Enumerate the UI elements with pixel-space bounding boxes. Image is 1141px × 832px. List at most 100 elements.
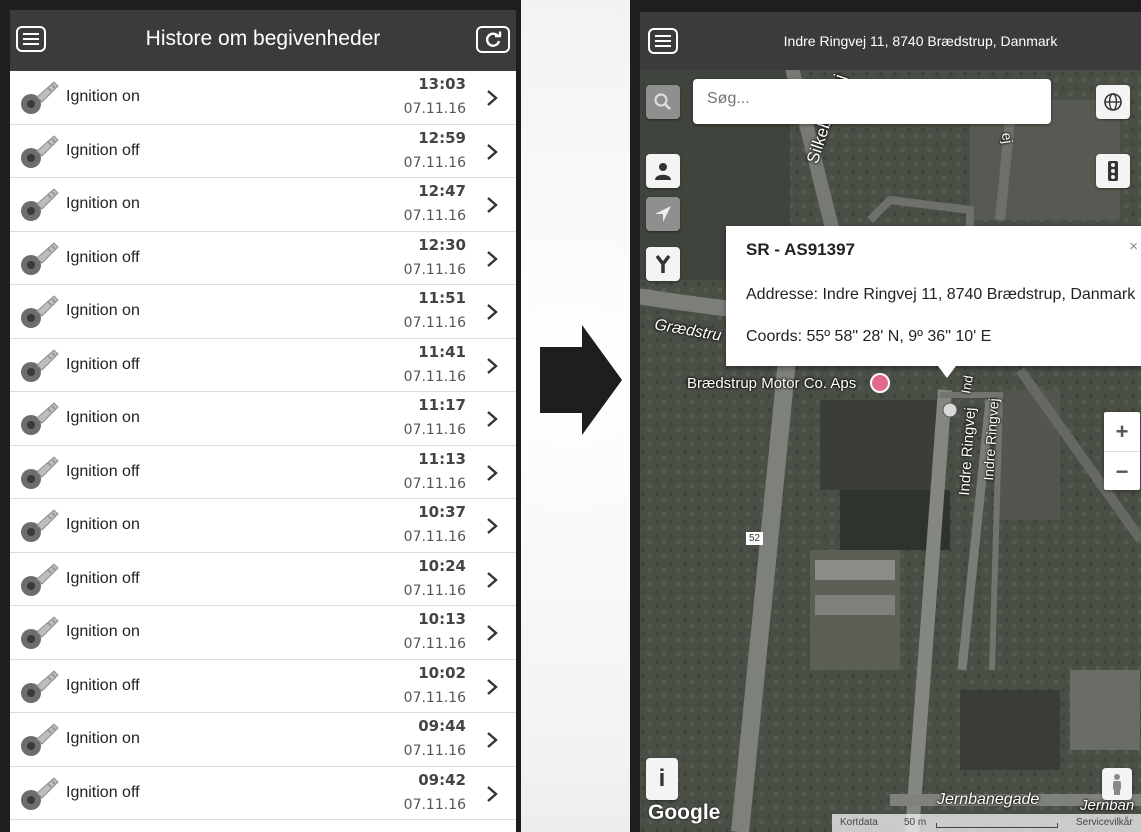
event-label: Ignition off bbox=[66, 248, 140, 266]
traffic-light-icon[interactable] bbox=[1096, 154, 1130, 188]
event-time: 13:03 bbox=[418, 75, 466, 93]
event-row[interactable]: Ignition on 11:51 07.11.16 bbox=[10, 285, 516, 339]
chevron-right-icon[interactable] bbox=[486, 624, 498, 642]
scale-bar bbox=[936, 823, 1058, 828]
event-label: Ignition off bbox=[66, 355, 140, 373]
person-icon[interactable] bbox=[646, 154, 680, 188]
event-label: Ignition on bbox=[66, 623, 140, 640]
event-row[interactable]: Ignition off 11:41 07.11.16 bbox=[10, 338, 516, 392]
street-view-icon[interactable] bbox=[1102, 768, 1132, 800]
event-date: 07.11.16 bbox=[403, 636, 466, 652]
shopping-bag-icon[interactable] bbox=[870, 373, 890, 393]
event-label: Ignition on bbox=[66, 409, 140, 426]
chevron-right-icon[interactable] bbox=[486, 143, 498, 161]
event-label: Ignition on bbox=[66, 88, 140, 105]
event-date: 07.11.16 bbox=[403, 261, 466, 278]
key-icon bbox=[20, 401, 60, 437]
chevron-right-icon[interactable] bbox=[486, 678, 498, 696]
search-field[interactable] bbox=[693, 79, 1051, 124]
scale-label: 50 m bbox=[904, 817, 927, 828]
key-icon bbox=[20, 562, 60, 598]
event-row[interactable]: Ignition off 11:13 07.11.16 bbox=[10, 445, 516, 499]
app-header: Histore om begivenheder bbox=[10, 10, 516, 71]
zoom-control: + − bbox=[1104, 412, 1140, 490]
popup-address: Addresse: Indre Ringvej 11, 8740 Brædstr… bbox=[746, 286, 1136, 303]
info-icon[interactable]: i bbox=[646, 758, 678, 800]
event-label: Ignition off bbox=[66, 462, 140, 480]
phone-frame-right: Indre Ringvej 11, 8740 Brædstrup, Danmar… bbox=[630, 0, 1141, 832]
event-date: 07.11.16 bbox=[403, 208, 466, 224]
event-date: 07.11.16 bbox=[403, 315, 466, 331]
event-row[interactable]: Ignition on 10:37 07.11.16 bbox=[10, 499, 516, 553]
key-icon bbox=[20, 241, 60, 277]
event-label: Ignition off bbox=[66, 676, 140, 694]
event-time: 12:47 bbox=[418, 182, 466, 200]
terms-link[interactable]: Servicevilkår bbox=[1076, 817, 1133, 828]
event-time: 12:59 bbox=[418, 128, 466, 147]
chevron-right-icon[interactable] bbox=[486, 731, 498, 749]
event-list: Ignition on 13:03 07.11.16 Ignition off 12:5… bbox=[10, 71, 516, 820]
satellite-map[interactable]: Silkeborgvej Grædstru Brædstrup Motor Co… bbox=[640, 70, 1141, 832]
chevron-right-icon[interactable] bbox=[486, 250, 498, 268]
chevron-right-icon[interactable] bbox=[486, 785, 498, 803]
key-icon bbox=[20, 187, 60, 223]
popup-coords: Coords: 55º 58" 28' N, 9º 36" 10' E bbox=[746, 328, 992, 345]
key-icon bbox=[20, 134, 60, 170]
navigate-icon[interactable] bbox=[646, 197, 680, 231]
event-row[interactable]: Ignition off 12:59 07.11.16 bbox=[10, 124, 516, 178]
event-date: 07.11.16 bbox=[403, 368, 466, 385]
key-icon bbox=[20, 669, 60, 705]
business-label: Brædstrup Motor Co. Aps bbox=[687, 375, 857, 392]
chevron-right-icon[interactable] bbox=[486, 410, 498, 428]
event-date: 07.11.16 bbox=[403, 796, 466, 813]
event-date: 07.11.16 bbox=[403, 101, 466, 117]
event-label: Ignition off bbox=[66, 569, 140, 587]
event-label: Ignition on bbox=[66, 730, 140, 747]
event-time: 10:24 bbox=[418, 556, 466, 575]
kortdata-link[interactable]: Kortdata bbox=[840, 817, 878, 828]
event-row[interactable]: Ignition on 10:13 07.11.16 bbox=[10, 606, 516, 660]
popup-title: SR - AS91397 bbox=[746, 240, 855, 259]
chevron-right-icon[interactable] bbox=[486, 196, 498, 214]
search-input[interactable] bbox=[705, 89, 1039, 109]
event-row[interactable]: Ignition on 11:17 07.11.16 bbox=[10, 392, 516, 446]
chevron-right-icon[interactable] bbox=[486, 464, 498, 482]
key-icon bbox=[20, 776, 60, 812]
event-label: Ignition off bbox=[66, 141, 140, 159]
map-imagery bbox=[640, 70, 1141, 832]
event-time: 11:51 bbox=[418, 289, 466, 307]
search-icon[interactable] bbox=[646, 85, 680, 119]
event-date: 07.11.16 bbox=[403, 689, 466, 706]
event-row[interactable]: Ignition on 13:03 07.11.16 bbox=[10, 71, 516, 125]
event-row[interactable]: Ignition off 12:30 07.11.16 bbox=[10, 231, 516, 285]
refresh-icon[interactable] bbox=[476, 26, 510, 53]
event-time: 09:44 bbox=[418, 717, 466, 735]
event-date: 07.11.16 bbox=[403, 743, 466, 759]
chevron-right-icon[interactable] bbox=[486, 89, 498, 107]
street-label-indre-top: Ind bbox=[958, 374, 976, 395]
event-row[interactable]: Ignition off 10:24 07.11.16 bbox=[10, 552, 516, 606]
map-attribution: Kortdata 50 m Servicevilkår bbox=[832, 814, 1141, 832]
marker-info-popup: SR - AS91397 × Addresse: Indre Ringvej 1… bbox=[726, 226, 1141, 366]
key-icon bbox=[20, 455, 60, 491]
route-fork-icon[interactable] bbox=[646, 247, 680, 281]
event-row[interactable]: Ignition on 12:47 07.11.16 bbox=[10, 178, 516, 232]
close-icon[interactable]: × bbox=[1129, 238, 1138, 255]
chevron-right-icon[interactable] bbox=[486, 303, 498, 321]
chevron-right-icon[interactable] bbox=[486, 571, 498, 589]
event-history-screen: Histore om begivenheder Ignition on 13:03… bbox=[10, 10, 516, 832]
event-row[interactable]: Ignition on 09:44 07.11.16 bbox=[10, 713, 516, 767]
chevron-right-icon[interactable] bbox=[486, 517, 498, 535]
menu-icon[interactable] bbox=[648, 28, 678, 54]
event-time: 12:30 bbox=[418, 235, 466, 254]
chevron-right-icon[interactable] bbox=[486, 357, 498, 375]
event-date: 07.11.16 bbox=[403, 529, 466, 545]
zoom-in-button[interactable]: + bbox=[1104, 412, 1140, 451]
google-logo: Google bbox=[648, 801, 721, 824]
globe-icon[interactable] bbox=[1096, 85, 1130, 119]
event-row[interactable]: Ignition off 10:02 07.11.16 bbox=[10, 659, 516, 713]
event-label: Ignition on bbox=[66, 516, 140, 533]
event-row[interactable]: Ignition off 09:42 07.11.16 bbox=[10, 766, 516, 820]
page-title: Histore om begivenheder bbox=[145, 27, 381, 50]
zoom-out-button[interactable]: − bbox=[1104, 451, 1140, 491]
